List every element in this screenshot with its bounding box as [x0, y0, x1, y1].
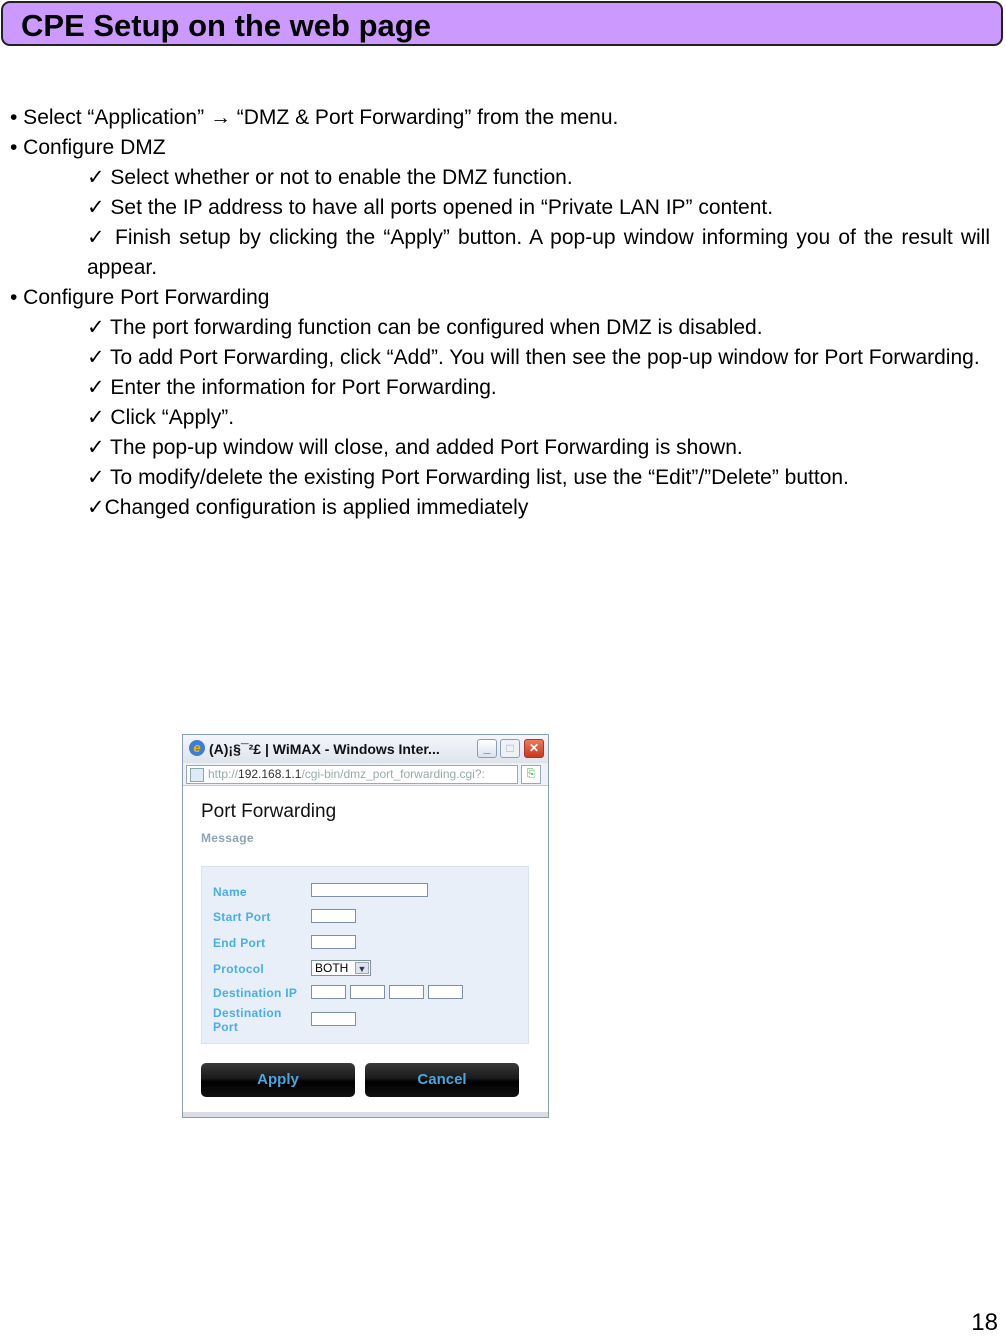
destination-port-input[interactable] — [311, 1012, 356, 1026]
window-bottom-border — [183, 1112, 548, 1117]
bullet-item: • Select “Application” → “DMZ & Port For… — [10, 106, 619, 129]
port-forwarding-heading: Port Forwarding — [201, 801, 337, 822]
internet-explorer-icon: e — [189, 740, 205, 756]
bullet-item: • Configure Port Forwarding — [10, 286, 270, 309]
check-item: ✓ The port forwarding function can be co… — [87, 316, 763, 339]
start-port-label: Start Port — [213, 910, 271, 924]
destination-port-label-line1: Destination — [213, 1006, 282, 1020]
page-title: CPE Setup on the web page — [21, 8, 431, 43]
start-port-input[interactable] — [311, 909, 356, 923]
url-path: /cgi-bin/dmz_port_forwarding.cgi?: — [301, 767, 485, 781]
page-number: 18 — [971, 1309, 998, 1336]
end-port-label: End Port — [213, 936, 266, 950]
check-item: ✓Changed configuration is applied immedi… — [87, 496, 529, 519]
url-host: 192.168.1.1 — [238, 767, 302, 781]
check-item: ✓ The pop-up window will close, and adde… — [87, 436, 743, 459]
destination-port-label-line2: Port — [213, 1020, 239, 1034]
protocol-label: Protocol — [213, 962, 265, 976]
check-item: ✓ Click “Apply”. — [87, 406, 235, 429]
browser-window-screenshot: e (A)¡§¯²£ | WiMAX - Windows Inter... _ … — [182, 734, 549, 1118]
title-banner: CPE Setup on the web page — [1, 1, 1003, 46]
name-label: Name — [213, 885, 247, 899]
window-titlebar: e (A)¡§¯²£ | WiMAX - Windows Inter... _ … — [183, 735, 548, 763]
page-icon — [190, 768, 204, 782]
compatibility-icon[interactable]: ⎘ — [521, 765, 541, 784]
protocol-select[interactable]: BOTH ▼ — [311, 960, 371, 976]
end-port-input[interactable] — [311, 935, 356, 949]
name-input[interactable] — [311, 883, 428, 897]
destination-ip-octet-2[interactable] — [350, 985, 385, 999]
url-field[interactable]: http://192.168.1.1/cgi-bin/dmz_port_forw… — [186, 765, 518, 784]
address-bar: http://192.168.1.1/cgi-bin/dmz_port_forw… — [183, 763, 548, 786]
check-item: ✓ Finish setup by clicking the “Apply” b… — [87, 226, 990, 279]
check-item: ✓ To add Port Forwarding, click “Add”. Y… — [87, 346, 980, 369]
destination-ip-label: Destination IP — [213, 986, 298, 1000]
protocol-value: BOTH — [315, 961, 349, 975]
check-item: ✓ Set the IP address to have all ports o… — [87, 196, 774, 219]
destination-ip-octet-1[interactable] — [311, 985, 346, 999]
bullet-item: • Configure DMZ — [10, 136, 166, 159]
maximize-button[interactable]: □ — [500, 739, 520, 758]
close-button[interactable]: ✕ — [524, 739, 544, 758]
destination-ip-octet-3[interactable] — [389, 985, 424, 999]
instructions: • Select “Application” → “DMZ & Port For… — [10, 103, 1000, 523]
check-item: ✓ To modify/delete the existing Port For… — [87, 466, 849, 489]
chevron-down-icon: ▼ — [355, 962, 369, 974]
apply-button[interactable]: Apply — [201, 1063, 355, 1097]
destination-port-label: Destination Port — [213, 1006, 282, 1034]
destination-ip-octet-4[interactable] — [428, 985, 463, 999]
check-item: ✓ Select whether or not to enable the DM… — [87, 166, 573, 189]
cancel-button[interactable]: Cancel — [365, 1063, 519, 1097]
url-prefix: http:// — [208, 767, 239, 781]
port-forwarding-form: Name Start Port End Port Protocol BOTH ▼… — [201, 866, 529, 1044]
minimize-button[interactable]: _ — [477, 739, 497, 758]
message-label: Message — [201, 831, 254, 845]
window-title: (A)¡§¯²£ | WiMAX - Windows Inter... — [209, 741, 440, 757]
check-item: ✓ Enter the information for Port Forward… — [87, 376, 497, 399]
